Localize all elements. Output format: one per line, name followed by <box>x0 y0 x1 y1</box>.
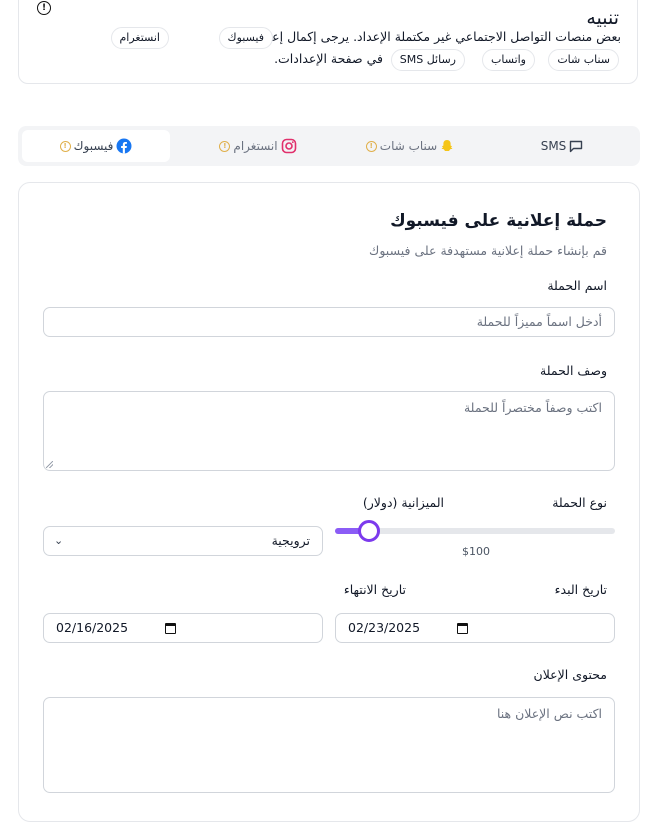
platform-chip-facebook: فيسبوك <box>218 27 273 49</box>
platform-chip-snapchat: سناب شات <box>548 49 619 71</box>
alert-message: بعض منصات التواصل الاجتماعي غير مكتملة ا… <box>252 29 621 44</box>
platform-tabs: SMS سناب شات ! انستغرام ! فيسبوك ! <box>18 126 640 166</box>
end-date-label: تاريخ الانتهاء <box>343 582 406 597</box>
budget-value: $100 <box>462 545 490 558</box>
warning-icon: ! <box>219 140 231 152</box>
campaign-type-label: نوع الحملة <box>552 495 607 510</box>
campaign-name-label: اسم الحملة <box>547 278 607 293</box>
campaign-form-card: حملة إعلانية على فيسبوك قم بإنشاء حملة إ… <box>18 182 640 822</box>
platform-chip-whatsapp: واتساب <box>482 49 535 71</box>
tab-label: فيسبوك <box>73 139 114 153</box>
campaign-type-select[interactable]: ترويجية ⌄ <box>43 526 323 556</box>
select-value: ترويجية <box>271 533 310 548</box>
warning-icon: ! <box>365 140 377 152</box>
end-date-input[interactable]: 02/23/2025 <box>335 613 615 643</box>
campaign-name-input[interactable]: أدخل اسماً مميزاً للحملة <box>43 307 615 337</box>
campaign-desc-textarea[interactable]: اكتب وصفاً مختصراً للحملة <box>43 391 615 471</box>
resize-handle[interactable] <box>46 461 53 468</box>
platform-chip-instagram: انستغرام <box>110 27 169 49</box>
tab-sms[interactable]: SMS <box>488 130 636 162</box>
form-title: حملة إعلانية على فيسبوك <box>390 211 607 231</box>
tab-snapchat[interactable]: سناب شات ! <box>336 130 484 162</box>
alert-info-icon: ! <box>37 1 51 15</box>
budget-label: الميزانية (دولار) <box>362 495 444 510</box>
tab-label: SMS <box>540 139 567 153</box>
instagram-icon <box>281 138 296 154</box>
setup-alert: تنبيه ! بعض منصات التواصل الاجتماعي غير … <box>18 0 638 84</box>
tab-label: سناب شات <box>379 139 438 153</box>
tab-instagram[interactable]: انستغرام ! <box>184 130 332 162</box>
chevron-down-icon: ⌄ <box>54 534 64 547</box>
ad-content-textarea[interactable]: اكتب نص الإعلان هنا <box>43 697 615 793</box>
date-value: 02/23/2025 <box>348 620 421 635</box>
form-subtitle: قم بإنشاء حملة إعلانية مستهدفة على فيسبو… <box>369 243 607 258</box>
budget-slider-thumb[interactable] <box>357 520 380 542</box>
textarea-placeholder: اكتب وصفاً مختصراً للحملة <box>463 400 602 415</box>
alert-message-end: في صفحة الإعدادات. <box>274 51 383 66</box>
warning-icon: ! <box>59 140 71 152</box>
ad-content-label: محتوى الإعلان <box>533 667 607 682</box>
date-value: 02/16/2025 <box>56 620 129 635</box>
calendar-icon[interactable] <box>457 623 468 634</box>
start-date-input[interactable]: 02/16/2025 <box>43 613 323 643</box>
snapchat-icon <box>441 140 453 151</box>
alert-title: تنبيه <box>586 7 619 29</box>
platform-chip-sms: رسائل SMS <box>390 49 465 71</box>
start-date-label: تاريخ البدء <box>554 582 607 597</box>
message-icon <box>570 140 583 152</box>
facebook-icon <box>116 138 132 154</box>
textarea-placeholder: اكتب نص الإعلان هنا <box>496 706 602 721</box>
tab-label: انستغرام <box>233 139 278 153</box>
campaign-desc-label: وصف الحملة <box>540 363 607 378</box>
calendar-icon[interactable] <box>165 623 176 634</box>
tab-facebook[interactable]: فيسبوك ! <box>22 130 170 162</box>
